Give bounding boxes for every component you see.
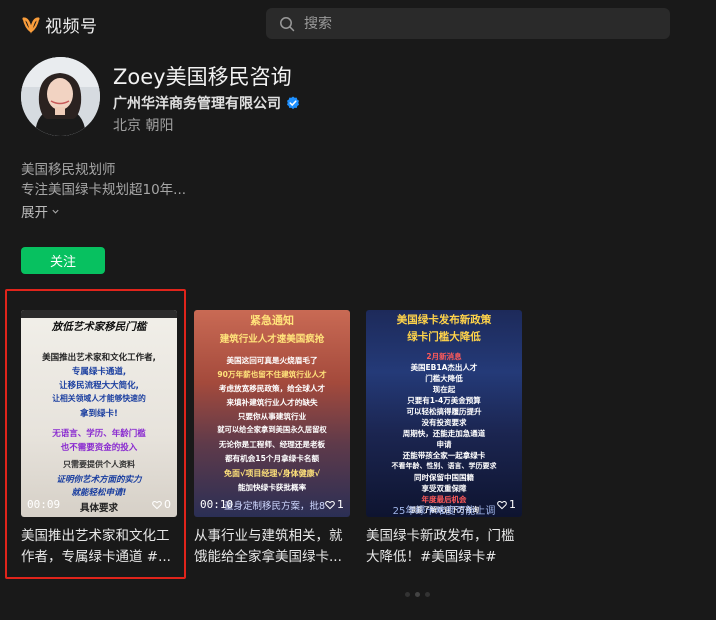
thumb-text: 紧急通知 [250,314,294,327]
thumb-text: 专属绿卡通道, [71,367,127,377]
bio-line-2: 专注美国绿卡规划超10年... [21,182,187,198]
pager-dot[interactable] [415,592,420,597]
thumb-text: 也不需要资金的投入 [60,443,138,453]
like-count: 1 [325,498,344,511]
thumb-text: 美国这回可真是火烧眉毛了 [226,356,318,365]
like-count-text: 1 [337,498,344,511]
video-card[interactable]: 紧急通知 建筑行业人才速美国疯抢 美国这回可真是火烧眉毛了 90万年薪也留不住建… [194,310,350,568]
app-name: 视频号 [45,17,98,37]
thumb-text: 免面√项目经理√身体健康√ [223,469,320,478]
heart-icon [325,500,335,509]
bio-line-1: 美国移民规划师 [21,162,116,178]
thumb-text: 门槛大降低 [425,374,463,383]
location-text: 北京 朝阳 [113,118,174,134]
thumb-text: 只要有1-4万美金预算 [407,396,481,405]
video-title[interactable]: 从事行业与建筑相关，就饿能给全家拿美国绿卡... [194,526,350,568]
thumb-text: 建筑行业人才速美国疯抢 [219,334,325,345]
video-thumbnail[interactable]: 美国绿卡发布新政策 绿卡门槛大降低 2月新消息 美国EB1A杰出人才 门槛大降低… [366,310,522,517]
thumb-text: 无论你是工程师、经理还是老板 [218,440,326,449]
video-card[interactable]: 放低艺术家移民门槛 美国推出艺术家和文化工作者, 专属绿卡通道, 让移民流程大大… [21,310,177,568]
thumb-text: 没有投资要求 [421,418,467,427]
company-name: 广州华洋商务管理有限公司 [113,96,281,112]
thumb-text: 只需要提供个人资料 [63,460,135,469]
thumb-text: 周期快，还能走加急通道 [402,429,486,438]
expand-label: 展开 [21,205,48,221]
expand-bio-button[interactable]: 展开 [21,201,60,221]
like-count: 1 [497,498,516,511]
like-count-text: 1 [509,498,516,511]
thumb-text: 美国推出艺术家和文化工作者, [42,353,156,363]
like-count: 0 [152,498,171,511]
thumb-text: 美国绿卡发布新政策 [396,314,492,326]
thumb-text: 证明你艺术方面的实力 [56,475,142,485]
thumb-text: 还能带孩全家一起拿绿卡 [402,451,486,460]
avatar-portrait [21,57,100,136]
verified-badge-icon [287,96,299,110]
app-logo[interactable]: 视频号 [22,12,98,37]
thumb-text: 申请 [436,440,452,449]
carousel-pager [405,592,430,597]
video-duration: 00:10 [200,498,234,511]
pager-dot[interactable] [425,592,430,597]
profile-name: Zoey美国移民咨询 [113,65,292,89]
company-name-row: 广州华洋商务管理有限公司 [113,93,300,113]
thumb-text: 就可以给全家拿到美国永久居留权 [217,425,327,434]
video-card[interactable]: 美国绿卡发布新政策 绿卡门槛大降低 2月新消息 美国EB1A杰出人才 门槛大降低… [366,310,522,568]
like-count-text: 0 [164,498,171,511]
pager-dot[interactable] [405,592,410,597]
avatar[interactable] [21,57,100,136]
thumb-text: 让移民流程大大简化, [59,381,139,391]
channels-logo-icon [22,16,40,34]
thumb-text: 90万年薪也留不住建筑行业人才 [217,370,327,379]
thumb-text: 只要你从事建筑行业 [237,412,307,421]
search-input[interactable] [304,15,644,32]
thumb-text: 让相关领域人才能够快速的 [52,394,146,403]
thumb-text: 现在起 [432,385,456,394]
thumb-text: 就能轻松申请! [71,488,127,498]
thumb-text: 享受双重保障 [421,484,467,493]
thumb-text: 可以轻松搞得履历提升 [406,407,482,416]
thumb-text: 来填补建筑行业人才的缺失 [226,398,318,407]
video-title[interactable]: 美国推出艺术家和文化工作者，专属绿卡通道 #... [21,526,177,568]
search-icon [280,16,295,31]
thumb-text: 美国EB1A杰出人才 [410,363,478,372]
video-caption: 量身定制移民方案，批8 [224,501,326,512]
thumb-text: 同时保留中国国籍 [414,473,474,482]
heart-icon [152,500,162,509]
thumb-text: 都有机会15个月拿绿卡名额 [224,454,320,463]
chevron-down-icon [52,209,59,214]
thumb-text: 不看年龄、性别、语言、学历要求 [391,462,497,470]
video-duration: 00:09 [27,498,61,511]
thumb-text: 考虑放宽移民政策，给全球人才 [218,384,326,393]
video-title[interactable]: 美国绿卡新政发布，门槛大降低！#美国绿卡#美... [366,526,522,568]
heart-icon [497,500,507,509]
video-thumbnail[interactable]: 紧急通知 建筑行业人才速美国疯抢 美国这回可真是火烧眉毛了 90万年薪也留不住建… [194,310,350,517]
search-bar[interactable] [266,8,670,39]
thumb-text: 绿卡门槛大降低 [407,331,481,343]
follow-button[interactable]: 关注 [21,247,105,274]
thumb-text: 能加快绿卡获批概率 [237,483,307,492]
top-bar: 视频号 [0,0,716,48]
thumb-text: 无语言、学历、年龄门槛 [52,429,146,439]
thumb-text: 放低艺术家移民门槛 [51,321,147,333]
thumb-text: 2月新消息 [426,352,462,361]
video-thumbnail[interactable]: 放低艺术家移民门槛 美国推出艺术家和文化工作者, 专属绿卡通道, 让移民流程大大… [21,310,177,517]
thumb-text: 拿到绿卡! [80,409,118,419]
